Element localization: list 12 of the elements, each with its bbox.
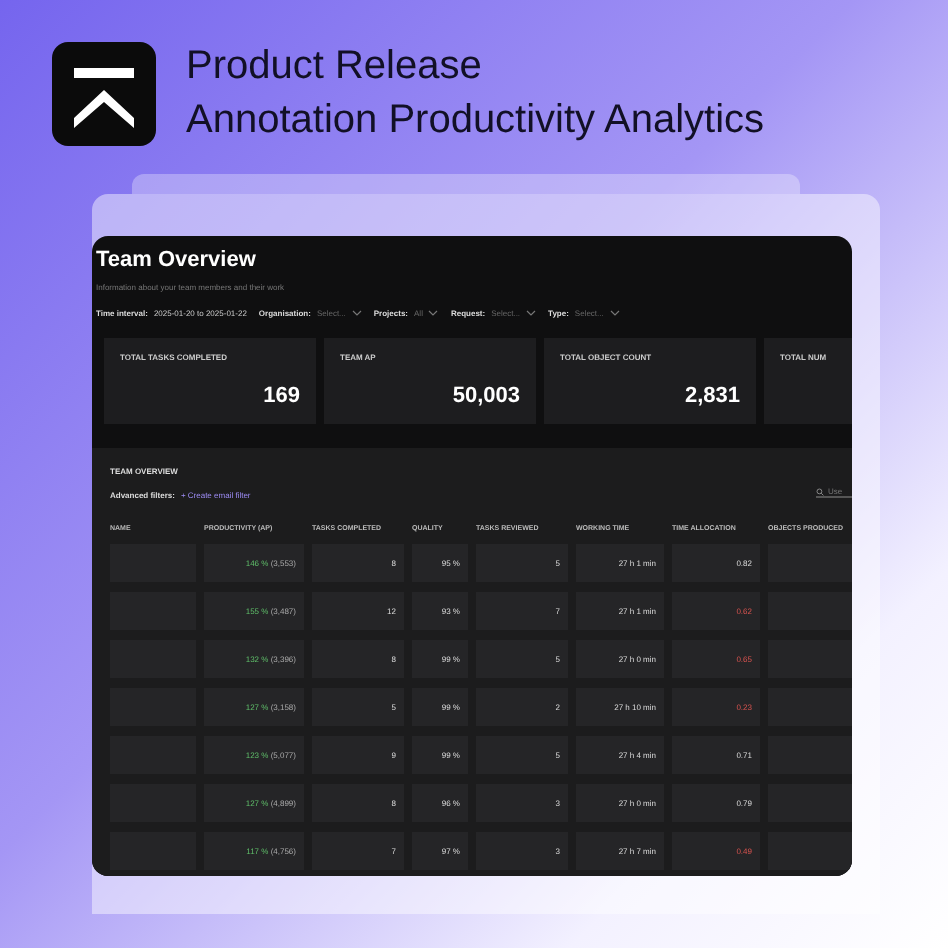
chevron-down-icon bbox=[428, 310, 439, 316]
panel-title: Team Overview bbox=[96, 248, 258, 274]
chevron-down-icon bbox=[609, 310, 620, 316]
stat-value: 169 bbox=[263, 384, 300, 410]
title-line: Annotation Productivity Analytics bbox=[186, 96, 765, 146]
chevron-down-icon bbox=[351, 310, 362, 316]
stat-value: 2,831 bbox=[684, 384, 740, 410]
title-line: Product Release bbox=[186, 42, 484, 92]
chevron-down-icon bbox=[526, 310, 537, 316]
stat-value: 50,003 bbox=[452, 384, 520, 410]
search-icon bbox=[816, 487, 824, 495]
logo-icon bbox=[52, 42, 156, 146]
